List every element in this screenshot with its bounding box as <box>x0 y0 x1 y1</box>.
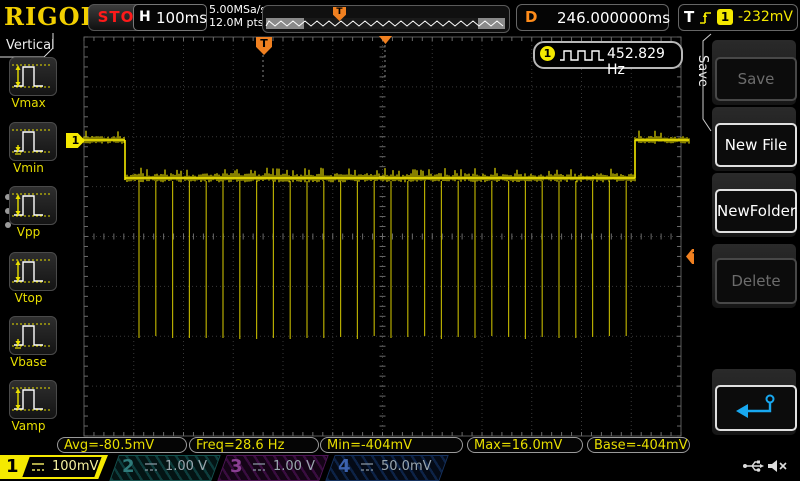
softkey-slot: NewFolder <box>712 173 796 237</box>
freq-counter-value: 452.829 Hz <box>607 46 681 78</box>
new-file-button[interactable]: New File <box>715 123 797 167</box>
delete-button[interactable]: Delete <box>715 258 797 304</box>
dc-coupling-icon <box>360 462 374 473</box>
trigger-level-value: -232mV <box>738 9 793 25</box>
save-button[interactable]: Save <box>715 57 797 101</box>
channel-2-number: 2 <box>122 455 135 479</box>
channel-4-scale: 50.0mV <box>381 455 432 479</box>
softkey-slot: Save <box>712 40 796 105</box>
memory-preview-wave <box>263 6 509 32</box>
channel-status-bar: 1 100mV 2 1.00 V 3 1.00 V 4 50.0mV <box>0 455 800 480</box>
vbase-icon <box>10 317 54 352</box>
softkey-slot: New File <box>712 107 796 171</box>
channel-3-number: 3 <box>230 455 243 479</box>
frequency-counter-badge: 1 452.829 Hz <box>533 41 683 69</box>
scope-display: 1 T T 1 452.829 Hz Avg=-80.5mV Freq=28.6… <box>57 33 694 455</box>
h-label: H <box>139 9 151 25</box>
vbase-label: Vbase <box>0 355 57 369</box>
vamp-icon <box>10 381 54 416</box>
trigger-label: T <box>684 8 694 26</box>
vtop-button[interactable] <box>9 252 57 291</box>
horizontal-timebase-box[interactable]: H 100ms <box>133 4 207 31</box>
rigol-logo: RIGOL <box>4 2 98 31</box>
speaker-muted-icon <box>766 458 788 474</box>
timebase-value: 100ms <box>156 9 207 27</box>
save-tab-outline <box>694 33 714 143</box>
vpp-button[interactable] <box>9 186 57 225</box>
vmax-icon <box>10 58 54 93</box>
vmax-label: Vmax <box>0 96 57 110</box>
memory-depth: 12.0M pts <box>209 16 266 29</box>
waveform-memory-preview[interactable]: T <box>262 5 510 33</box>
vbase-button[interactable] <box>9 316 57 355</box>
softkey-slot: Delete <box>712 244 796 308</box>
vertical-measure-menu: Vertical VmaxVminVppVtopVbaseVamp <box>0 33 57 455</box>
square-wave-icon <box>559 48 605 62</box>
trigger-source-badge: 1 <box>717 9 733 25</box>
sample-rate: 5.00MSa/s <box>209 3 266 16</box>
measurement-freq: Freq=28.6 Hz <box>189 437 319 453</box>
channel-1-number: 1 <box>6 455 19 479</box>
graticule-and-waveform <box>57 33 694 455</box>
measurement-avg: Avg=-80.5mV <box>57 437 187 453</box>
rising-edge-icon <box>698 10 714 26</box>
softkey-slot <box>712 369 796 435</box>
dc-coupling-icon <box>31 462 45 473</box>
channel-4-number: 4 <box>338 455 351 479</box>
measurement-min: Min=-404mV <box>320 437 463 453</box>
vtop-icon <box>10 253 54 288</box>
freq-counter-channel-badge: 1 <box>540 46 555 61</box>
channel-1-scale: 100mV <box>52 455 98 479</box>
vtop-label: Vtop <box>0 291 57 305</box>
vpp-icon <box>10 187 54 222</box>
back-button[interactable] <box>715 385 797 431</box>
vpp-label: Vpp <box>0 225 57 239</box>
vmin-icon <box>10 123 54 158</box>
measurement-max: Max=16.0mV <box>467 437 583 453</box>
channel-3-scale: 1.00 V <box>273 455 315 479</box>
vamp-button[interactable] <box>9 380 57 419</box>
delay-value: 246.000000ms <box>557 9 670 27</box>
delay-box[interactable]: D 246.000000ms <box>516 4 669 31</box>
acquisition-info: 5.00MSa/s 12.0M pts <box>209 3 266 29</box>
save-menu: Save Save New File NewFolder Delete <box>694 33 800 455</box>
top-status-bar: RIGOL STOP H 100ms 5.00MSa/s 12.0M pts T… <box>0 0 800 34</box>
dc-coupling-icon <box>144 462 158 473</box>
delay-label: D <box>525 8 537 26</box>
measurement-base: Base=-404mV <box>587 437 690 453</box>
trigger-box[interactable]: T 1 -232mV <box>678 4 798 31</box>
vamp-label: Vamp <box>0 419 57 433</box>
vmin-button[interactable] <box>9 122 57 161</box>
usb-icon <box>742 458 764 474</box>
vmax-button[interactable] <box>9 57 57 96</box>
new-folder-button[interactable]: NewFolder <box>715 189 797 233</box>
dc-coupling-icon <box>252 462 266 473</box>
channel-2-scale: 1.00 V <box>165 455 207 479</box>
return-arrow-icon <box>734 392 778 422</box>
vmin-label: Vmin <box>0 161 57 175</box>
